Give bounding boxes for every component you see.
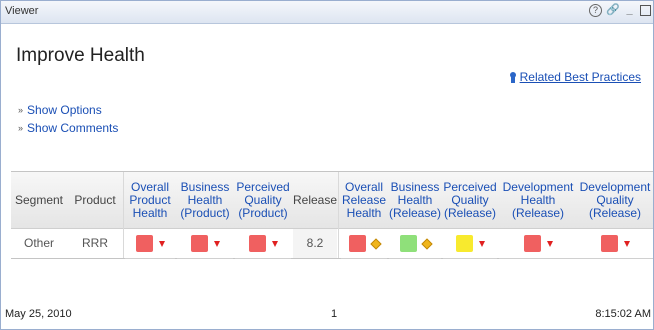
cell-business-health-release[interactable]	[389, 229, 441, 259]
header-business-health-product[interactable]: Business Health (Product)	[177, 177, 233, 223]
window-controls: ? 🔗 _	[589, 4, 651, 17]
health-table: Segment Product Overall Product Health Bus…	[11, 171, 653, 259]
header-segment: Segment	[14, 192, 64, 207]
cell-business-health-product[interactable]	[177, 229, 233, 259]
status-indicator	[248, 235, 266, 252]
header-development-quality-release[interactable]: Development Quality (Release)	[577, 177, 653, 223]
cell-development-health-release[interactable]	[499, 229, 577, 259]
footer-date: May 25, 2010	[5, 308, 72, 320]
header-overall-release-health[interactable]: Overall Release Health	[341, 177, 387, 223]
show-comments-label: Show Comments	[27, 121, 119, 135]
trend-down-icon	[158, 240, 165, 247]
header-perceived-quality-release[interactable]: Perceived Quality (Release)	[443, 177, 497, 223]
trend-neutral-icon	[369, 237, 382, 250]
header-product: Product	[74, 192, 116, 207]
cell-development-quality-release[interactable]	[577, 229, 653, 259]
status-indicator	[135, 235, 153, 252]
header-release: Release	[292, 192, 338, 207]
header-perceived-quality-product[interactable]: Perceived Quality (Product)	[235, 177, 291, 223]
show-options-toggle[interactable]: » Show Options	[18, 103, 102, 117]
status-indicator	[348, 235, 366, 252]
trend-down-icon	[271, 240, 278, 247]
cell-perceived-quality-release[interactable]	[443, 229, 497, 259]
header-business-health-release[interactable]: Business Health (Release)	[389, 177, 441, 223]
minimize-button[interactable]: _	[623, 4, 636, 17]
cell-segment: Other	[23, 236, 54, 250]
table-row: Other RRR 8.2	[11, 229, 653, 259]
status-indicator	[523, 235, 541, 252]
double-chevron-down-icon: »	[18, 123, 24, 133]
page-title: Improve Health	[16, 45, 145, 66]
window-title: Viewer	[5, 5, 39, 17]
maximize-button[interactable]	[640, 5, 651, 16]
cell-perceived-quality-product[interactable]	[235, 229, 291, 259]
trend-down-icon	[623, 240, 630, 247]
header-development-health-release[interactable]: Development Health (Release)	[499, 177, 577, 223]
double-chevron-down-icon: »	[18, 105, 24, 115]
help-icon[interactable]: ?	[589, 4, 602, 17]
status-indicator	[190, 235, 208, 252]
related-best-practices-link[interactable]: Related Best Practices	[509, 70, 641, 84]
footer-time: 8:15:02 AM	[595, 308, 651, 320]
table-header-row: Segment Product Overall Product Health Bus…	[11, 172, 653, 229]
column-divider	[123, 172, 124, 258]
show-comments-toggle[interactable]: » Show Comments	[18, 121, 118, 135]
related-best-practices-label: Related Best Practices	[519, 70, 641, 84]
viewer-window: Viewer ? 🔗 _ Improve Health Related Best…	[0, 0, 654, 330]
status-indicator	[600, 235, 618, 252]
trend-down-icon	[213, 240, 220, 247]
trend-neutral-icon	[420, 237, 433, 250]
header-overall-product-health[interactable]: Overall Product Health	[125, 177, 175, 223]
window-titlebar: Viewer ? 🔗 _	[1, 1, 653, 24]
cell-release: 8.2	[293, 229, 337, 258]
show-options-label: Show Options	[27, 103, 102, 117]
status-indicator	[399, 235, 417, 252]
cell-product: RRR	[82, 236, 108, 250]
ribbon-icon	[509, 71, 517, 83]
status-indicator	[455, 235, 473, 252]
trend-down-icon	[478, 240, 485, 247]
link-icon[interactable]: 🔗	[606, 4, 620, 17]
cell-overall-release-health[interactable]	[341, 229, 387, 259]
cell-overall-product-health[interactable]	[125, 229, 175, 259]
trend-down-icon	[546, 240, 553, 247]
column-divider	[338, 172, 339, 258]
footer-page-number: 1	[331, 308, 338, 320]
